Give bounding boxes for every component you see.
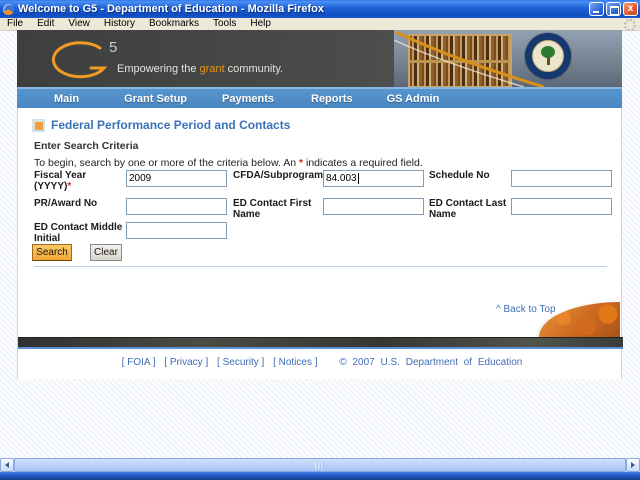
menu-bookmarks[interactable]: Bookmarks xyxy=(142,18,206,30)
pr-award-no-input[interactable] xyxy=(126,198,227,215)
cfda-subprogram-input[interactable] xyxy=(323,170,424,187)
footer-links: [ FOIA ] [ Privacy ] [ Security ] [ Noti… xyxy=(121,357,523,368)
label-cfda-subprogram: CFDA/Subprogram xyxy=(233,170,323,181)
window-titlebar: Welcome to G5 - Department of Education … xyxy=(0,0,640,18)
ed-contact-last-name-input[interactable] xyxy=(511,198,612,215)
footer-link-security[interactable]: Security xyxy=(223,357,259,368)
text-cursor xyxy=(358,173,359,184)
schedule-no-input[interactable] xyxy=(511,170,612,187)
fiscal-year-input[interactable] xyxy=(126,170,227,187)
nav-gs-admin[interactable]: GS Admin xyxy=(387,93,440,105)
main-navbar: Main Grant Setup Payments Reports GS Adm… xyxy=(17,87,622,108)
footer-link-notices[interactable]: Notices xyxy=(279,357,312,368)
scroll-left-button[interactable] xyxy=(0,458,14,472)
nav-payments[interactable]: Payments xyxy=(222,93,274,105)
ed-seal-icon xyxy=(525,33,571,79)
page-title-icon xyxy=(32,118,45,132)
back-to-top-link[interactable]: ^ Back to Top xyxy=(496,304,556,315)
throbber-icon xyxy=(624,19,636,31)
menu-view[interactable]: View xyxy=(61,18,97,30)
label-ed-contact-last-name: ED Contact Last Name xyxy=(429,198,507,220)
close-button[interactable]: x xyxy=(623,2,638,16)
footer-link-foia[interactable]: FOIA xyxy=(127,357,150,368)
footer-link-privacy[interactable]: Privacy xyxy=(170,357,203,368)
bookshelf-image xyxy=(394,30,622,87)
scroll-right-button[interactable] xyxy=(626,458,640,472)
section-heading: Enter Search Criteria xyxy=(34,140,139,152)
menu-history[interactable]: History xyxy=(97,18,142,30)
gold-swoosh xyxy=(394,30,545,87)
label-schedule-no: Schedule No xyxy=(429,170,490,181)
label-ed-contact-middle-initial: ED Contact Middle Initial xyxy=(34,222,123,244)
search-instructions: To begin, search by one or more of the c… xyxy=(34,157,423,169)
search-button[interactable]: Search xyxy=(32,244,72,261)
content-panel: Federal Performance Period and Contacts … xyxy=(17,108,623,379)
menu-help[interactable]: Help xyxy=(243,18,278,30)
horizontal-scrollbar xyxy=(0,458,640,472)
firefox-icon xyxy=(3,3,14,15)
menu-edit[interactable]: Edit xyxy=(30,18,61,30)
svg-text:5: 5 xyxy=(109,39,117,56)
nav-grant-setup[interactable]: Grant Setup xyxy=(124,93,187,105)
g5-banner: 5 Empowering the grant community. xyxy=(17,30,622,87)
page-title: Federal Performance Period and Contacts xyxy=(51,118,291,132)
divider xyxy=(34,266,607,267)
footer-bar xyxy=(18,337,623,349)
menu-tools[interactable]: Tools xyxy=(206,18,243,30)
label-ed-contact-first-name: ED Contact First Name xyxy=(233,198,312,220)
window-bottom-border xyxy=(0,472,640,480)
banner-slogan: Empowering the grant community. xyxy=(117,63,284,75)
copyright-text: © 2007 U.S. Department of Education xyxy=(339,357,523,368)
nav-reports[interactable]: Reports xyxy=(311,93,353,105)
window-title: Welcome to G5 - Department of Education … xyxy=(18,3,324,15)
minimize-button[interactable] xyxy=(589,2,604,16)
label-pr-award-no: PR/Award No xyxy=(34,198,98,209)
ed-contact-middle-initial-input[interactable] xyxy=(126,222,227,239)
ed-contact-first-name-input[interactable] xyxy=(323,198,424,215)
menu-file[interactable]: File xyxy=(0,18,30,30)
maximize-button[interactable] xyxy=(606,2,621,16)
label-fiscal-year: Fiscal Year (YYYY)* xyxy=(34,170,87,192)
scrollbar-thumb[interactable] xyxy=(14,458,626,472)
page-viewport: 5 Empowering the grant community. Main G… xyxy=(0,30,640,458)
nav-main[interactable]: Main xyxy=(54,93,79,105)
g5-logo: 5 xyxy=(51,39,117,79)
clear-button[interactable]: Clear xyxy=(90,244,122,261)
